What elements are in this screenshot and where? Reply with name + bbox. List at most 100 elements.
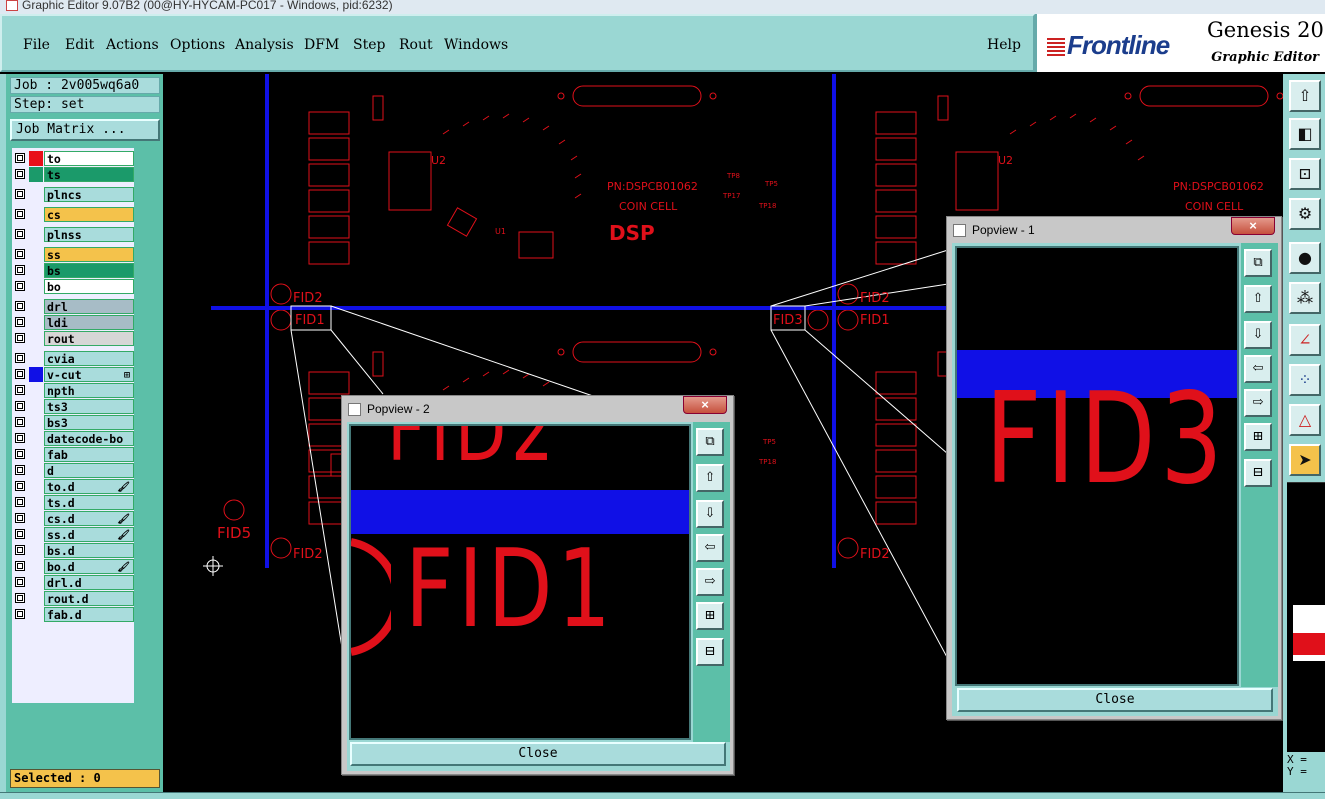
menu-options[interactable]: Options — [170, 37, 225, 53]
measure-icon[interactable]: ⚙ — [1289, 198, 1321, 230]
layer-row-plncs[interactable]: plncs — [12, 187, 134, 202]
popview-2-pan-left-icon[interactable]: ⇦ — [696, 534, 724, 562]
layer-checkbox[interactable] — [15, 497, 25, 507]
popview-1-pan-left-icon[interactable]: ⇦ — [1244, 355, 1272, 383]
layer-name[interactable]: plnss — [44, 227, 134, 242]
layer-row-bs-d[interactable]: bs.d — [12, 543, 134, 558]
menu-dfm[interactable]: DFM — [304, 37, 339, 53]
layer-color-swatch[interactable] — [29, 151, 43, 166]
menu-actions[interactable]: Actions — [106, 37, 159, 53]
layer-name[interactable]: ss — [44, 247, 134, 262]
layer-name[interactable]: bo — [44, 279, 134, 294]
layer-checkbox[interactable] — [15, 281, 25, 291]
popview-2-zoom-in-icon[interactable]: ⊞ — [696, 602, 724, 630]
layer-checkbox[interactable] — [15, 317, 25, 327]
layer-row-bs3[interactable]: bs3 — [12, 415, 134, 430]
layer-row-ts-d[interactable]: ts.d — [12, 495, 134, 510]
layer-color-swatch[interactable] — [29, 331, 43, 346]
layer-checkbox[interactable] — [15, 417, 25, 427]
layer-color-swatch[interactable] — [29, 559, 43, 574]
layer-row-bo-d[interactable]: bo.d 🖌 — [12, 559, 134, 574]
layer-row-cvia[interactable]: cvia — [12, 351, 134, 366]
popview-2-pan-up-icon[interactable]: ⇧ — [696, 464, 724, 492]
layer-color-swatch[interactable] — [29, 607, 43, 622]
layer-row-fab[interactable]: fab — [12, 447, 134, 462]
layer-checkbox[interactable] — [15, 301, 25, 311]
layer-name[interactable]: d — [44, 463, 134, 478]
menu-file[interactable]: File — [23, 37, 50, 53]
layer-color-swatch[interactable] — [29, 299, 43, 314]
layer-name[interactable]: npth — [44, 383, 134, 398]
layer-name[interactable]: rout.d — [44, 591, 134, 606]
layer-name[interactable]: cvia — [44, 351, 134, 366]
layer-checkbox[interactable] — [15, 529, 25, 539]
layer-row-ldi[interactable]: ldi — [12, 315, 134, 330]
popview-1-close-icon[interactable]: × — [1231, 217, 1275, 235]
layer-color-swatch[interactable] — [29, 495, 43, 510]
layer-checkbox[interactable] — [15, 433, 25, 443]
layer-name[interactable]: to.d 🖌 — [44, 479, 134, 494]
layer-row-v-cut[interactable]: v-cut ⊞ — [12, 367, 134, 382]
popview-1-view[interactable]: FID3 — [955, 246, 1239, 686]
layer-color-swatch[interactable] — [29, 351, 43, 366]
menu-windows[interactable]: Windows — [444, 37, 508, 53]
layer-name[interactable]: bs.d — [44, 543, 134, 558]
menu-step[interactable]: Step — [353, 37, 385, 53]
layer-row-fab-d[interactable]: fab.d — [12, 607, 134, 622]
layer-color-swatch[interactable] — [29, 527, 43, 542]
popview-2-close-button[interactable]: Close — [350, 742, 726, 766]
layer-checkbox[interactable] — [15, 189, 25, 199]
layer-name[interactable]: drl — [44, 299, 134, 314]
layer-row-to[interactable]: to — [12, 151, 134, 166]
layer-name[interactable]: ts.d — [44, 495, 134, 510]
snap-icon[interactable]: ● — [1289, 242, 1321, 274]
layer-row-datecode-bo[interactable]: datecode-bo — [12, 431, 134, 446]
layer-name[interactable]: drl.d — [44, 575, 134, 590]
mini-map[interactable] — [1287, 482, 1325, 752]
popview-2-zoom-icon[interactable]: ⧉ — [696, 428, 724, 456]
menu-analysis[interactable]: Analysis — [235, 37, 294, 53]
popview-2-zoom-out-icon[interactable]: ⊟ — [696, 638, 724, 666]
layer-name[interactable]: fab.d — [44, 607, 134, 622]
layer-row-d[interactable]: d — [12, 463, 134, 478]
layer-color-swatch[interactable] — [29, 575, 43, 590]
layer-color-swatch[interactable] — [29, 187, 43, 202]
layer-name[interactable]: ts — [44, 167, 134, 182]
layer-checkbox[interactable] — [15, 169, 25, 179]
layer-row-plnss[interactable]: plnss — [12, 227, 134, 242]
popview-1-pan-right-icon[interactable]: ⇨ — [1244, 389, 1272, 417]
layer-color-swatch[interactable] — [29, 383, 43, 398]
select-pointer-icon[interactable]: ➤ — [1289, 444, 1321, 476]
layer-checkbox[interactable] — [15, 561, 25, 571]
popview-2-close-icon[interactable]: × — [683, 396, 727, 414]
layer-name[interactable]: to — [44, 151, 134, 166]
layer-color-swatch[interactable] — [29, 207, 43, 222]
layer-color-swatch[interactable] — [29, 591, 43, 606]
menu-edit[interactable]: Edit — [65, 37, 94, 53]
layer-color-swatch[interactable] — [29, 415, 43, 430]
popview-1-pan-up-icon[interactable]: ⇧ — [1244, 285, 1272, 313]
layer-checkbox[interactable] — [15, 153, 25, 163]
line-draw-icon[interactable]: ∠ — [1289, 324, 1321, 356]
layer-color-swatch[interactable] — [29, 167, 43, 182]
layer-checkbox[interactable] — [15, 209, 25, 219]
layer-color-swatch[interactable] — [29, 263, 43, 278]
layer-checkbox[interactable] — [15, 593, 25, 603]
layer-name[interactable]: datecode-bo — [44, 431, 134, 446]
layer-checkbox[interactable] — [15, 609, 25, 619]
popview-1-zoom-out-icon[interactable]: ⊟ — [1244, 459, 1272, 487]
layer-color-swatch[interactable] — [29, 543, 43, 558]
layer-row-drl[interactable]: drl — [12, 299, 134, 314]
layer-row-ss[interactable]: ss — [12, 247, 134, 262]
popview-2-view[interactable]: FID2 FID1 — [349, 424, 691, 740]
popview-1-zoom-icon[interactable]: ⧉ — [1244, 249, 1272, 277]
layer-color-swatch[interactable] — [29, 511, 43, 526]
layer-checkbox[interactable] — [15, 449, 25, 459]
popview-1-pan-down-icon[interactable]: ⇩ — [1244, 321, 1272, 349]
popview-1-close-button[interactable]: Close — [957, 688, 1273, 712]
layer-row-bo[interactable]: bo — [12, 279, 134, 294]
layer-checkbox[interactable] — [15, 229, 25, 239]
layer-checkbox[interactable] — [15, 465, 25, 475]
layer-row-ts3[interactable]: ts3 — [12, 399, 134, 414]
menu-rout[interactable]: Rout — [399, 37, 433, 53]
